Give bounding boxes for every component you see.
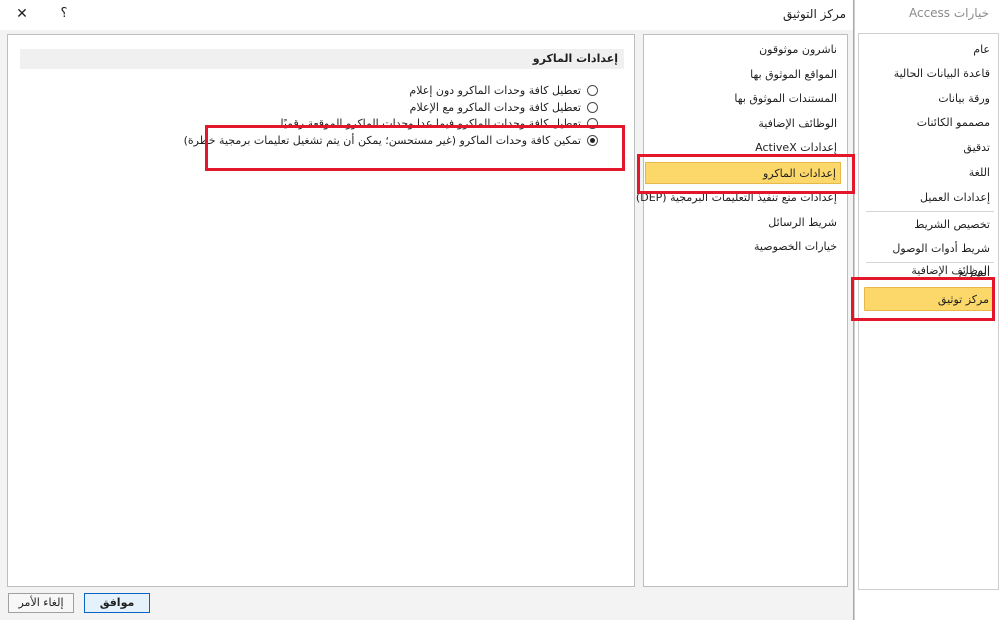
access-nav-object-designers[interactable]: مصممو الكائنات bbox=[864, 111, 994, 135]
access-nav-client-settings[interactable]: إعدادات العميل bbox=[864, 186, 994, 210]
dialog-title: مركز التوثيق bbox=[783, 7, 846, 21]
dialog-footer: موافق إلغاء الأمر bbox=[0, 590, 853, 620]
nav-add-ins[interactable]: الوظائف الإضافية bbox=[645, 113, 841, 135]
macro-option-label: تعطيل كافة وحدات الماكرو مع الإعلام bbox=[409, 100, 581, 114]
dialog-titlebar: مركز التوثيق ؟ ✕ bbox=[0, 0, 854, 30]
macro-settings-panel: إعدادات الماكرو تعطيل كافة وحدات الماكرو… bbox=[7, 34, 635, 587]
section-title: إعدادات الماكرو bbox=[20, 49, 624, 69]
radio-button-icon[interactable] bbox=[587, 101, 598, 113]
ok-button[interactable]: موافق bbox=[84, 593, 150, 613]
access-nav-datasheet[interactable]: ورقة بيانات bbox=[864, 87, 994, 111]
access-nav-general[interactable]: عام bbox=[864, 38, 994, 62]
trust-center-dialog: مركز التوثيق ؟ ✕ إعدادات الماكرو تعطيل ك… bbox=[0, 0, 854, 620]
access-options-title: خيارات Access bbox=[908, 6, 989, 20]
cancel-button[interactable]: إلغاء الأمر bbox=[8, 593, 74, 613]
radio-button-icon[interactable] bbox=[587, 84, 598, 96]
access-nav-divider bbox=[866, 211, 994, 212]
highlight-box-macro-settings bbox=[637, 154, 855, 194]
access-nav-current-database[interactable]: قاعدة البيانات الحالية bbox=[864, 62, 994, 86]
macro-option-disable-no-notification[interactable]: تعطيل كافة وحدات الماكرو دون إعلام bbox=[409, 81, 598, 99]
nav-message-bar[interactable]: شريط الرسائل bbox=[645, 212, 841, 234]
highlight-box-enable-all-macros bbox=[205, 125, 625, 171]
dialog-body: إعدادات الماكرو تعطيل كافة وحدات الماكرو… bbox=[0, 30, 853, 590]
close-button[interactable]: ✕ bbox=[12, 4, 32, 24]
nav-privacy-options[interactable]: خيارات الخصوصية bbox=[645, 236, 841, 258]
nav-trusted-locations[interactable]: المواقع الموثوق بها bbox=[645, 64, 841, 86]
highlight-box-trust-center bbox=[851, 277, 995, 321]
help-button[interactable]: ؟ bbox=[56, 4, 72, 24]
access-nav-quick-access-toolbar[interactable]: شريط أدوات الوصول السريع bbox=[864, 237, 994, 279]
access-nav-customize-ribbon[interactable]: تخصيص الشريط bbox=[864, 213, 994, 237]
trust-center-nav: ناشرون موثوقون المواقع الموثوق بها المست… bbox=[636, 34, 848, 587]
nav-trusted-documents[interactable]: المستندات الموثوق بها bbox=[645, 88, 841, 110]
access-nav-proofing[interactable]: تدقيق bbox=[864, 136, 994, 160]
macro-option-label: تعطيل كافة وحدات الماكرو دون إعلام bbox=[409, 83, 581, 97]
access-nav-language[interactable]: اللغة bbox=[864, 161, 994, 185]
nav-trusted-publishers[interactable]: ناشرون موثوقون bbox=[645, 39, 841, 61]
